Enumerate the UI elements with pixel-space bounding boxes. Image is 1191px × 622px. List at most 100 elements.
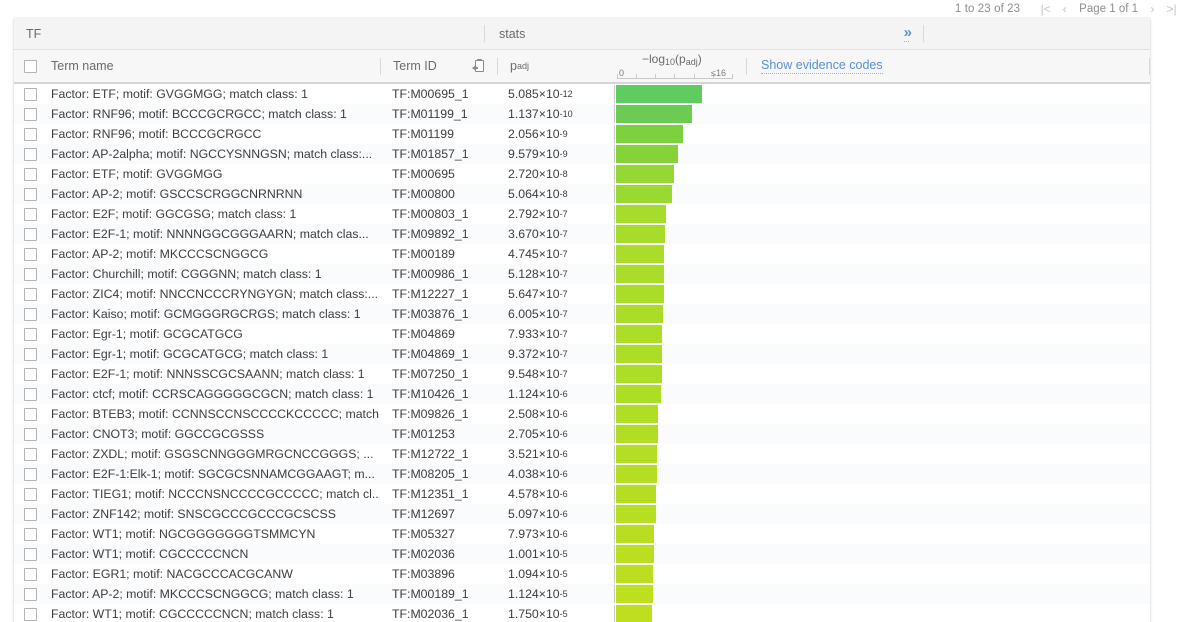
table-row[interactable]: Factor: WT1; motif: NGCGGGGGGGTSMMCYN TF:… <box>14 524 1150 544</box>
select-all-checkbox[interactable] <box>23 59 37 73</box>
row-term-id[interactable]: TF:M02036 <box>380 544 496 564</box>
table-row[interactable]: Factor: ctcf; motif: CCRSCAGGGGGCGCN; ma… <box>14 384 1150 404</box>
row-term-name[interactable]: Factor: RNF96; motif: BCCCGCRGCC <box>46 124 380 144</box>
table-row[interactable]: Factor: AP-2; motif: GSCCSCRGGCNRNRNN TF:… <box>14 184 1150 204</box>
row-term-id[interactable]: TF:M01199 <box>380 124 496 144</box>
pagination-next-button[interactable]: › <box>1143 1 1162 17</box>
row-term-name[interactable]: Factor: E2F-1; motif: NNNNGGCGGGAARN; ma… <box>46 224 380 244</box>
table-row[interactable]: Factor: RNF96; motif: BCCCGCRGCC TF:M0119… <box>14 124 1150 144</box>
row-term-id[interactable]: TF:M01253 <box>380 424 496 444</box>
row-select-checkbox[interactable] <box>23 607 37 621</box>
row-select-checkbox[interactable] <box>23 287 37 301</box>
row-term-id[interactable]: TF:M00189 <box>380 244 496 264</box>
row-term-name[interactable]: Factor: ZNF142; motif: SNSCGCCCGCCCGCSCS… <box>46 504 380 524</box>
row-select-checkbox[interactable] <box>23 167 37 181</box>
row-select-checkbox[interactable] <box>23 227 37 241</box>
row-select-checkbox[interactable] <box>23 567 37 581</box>
row-term-id[interactable]: TF:M04869 <box>380 324 496 344</box>
row-term-name[interactable]: Factor: AP-2; motif: MKCCCSCNGGCG; match… <box>46 584 380 604</box>
table-row[interactable]: Factor: AP-2; motif: MKCCCSCNGGCG; match… <box>14 584 1150 604</box>
show-evidence-codes-link[interactable]: Show evidence codes <box>761 58 883 74</box>
table-row[interactable]: Factor: E2F-1; motif: NNNNGGCGGGAARN; ma… <box>14 224 1150 244</box>
row-term-id[interactable]: TF:M08205_1 <box>380 464 496 484</box>
row-term-name[interactable]: Factor: WT1; motif: CGCCCCCNCN <box>46 544 380 564</box>
row-select-checkbox[interactable] <box>23 407 37 421</box>
row-term-id[interactable]: TF:M00803_1 <box>380 204 496 224</box>
row-term-name[interactable]: Factor: WT1; motif: NGCGGGGGGGTSMMCYN <box>46 524 380 544</box>
table-row[interactable]: Factor: ETF; motif: GVGGMGG TF:M00695 2.72… <box>14 164 1150 184</box>
row-term-name[interactable]: Factor: Egr-1; motif: GCGCATGCG; match c… <box>46 344 380 364</box>
row-term-name[interactable]: Factor: AP-2; motif: MKCCCSCNGGCG <box>46 244 380 264</box>
row-term-name[interactable]: Factor: EGR1; motif: NACGCCCACGCANW <box>46 564 380 584</box>
row-term-id[interactable]: TF:M03896 <box>380 564 496 584</box>
row-select-checkbox[interactable] <box>23 127 37 141</box>
table-row[interactable]: Factor: CNOT3; motif: GGCCGCGSSS TF:M0125… <box>14 424 1150 444</box>
column-header-term-name[interactable]: Term name <box>46 50 380 82</box>
row-term-id[interactable]: TF:M00189_1 <box>380 584 496 604</box>
row-select-checkbox[interactable] <box>23 327 37 341</box>
row-term-name[interactable]: Factor: TIEG1; motif: NCCCNSNCCCCGCCCCC;… <box>46 484 380 504</box>
row-term-id[interactable]: TF:M09826_1 <box>380 404 496 424</box>
row-term-name[interactable]: Factor: E2F; motif: GGCGSG; match class:… <box>46 204 380 224</box>
pagination-first-button[interactable]: |< <box>1036 1 1055 17</box>
row-select-checkbox[interactable] <box>23 427 37 441</box>
row-term-name[interactable]: Factor: ZIC4; motif: NNCCNCCCRYNGYGN; ma… <box>46 284 380 304</box>
row-select-checkbox[interactable] <box>23 547 37 561</box>
table-row[interactable]: Factor: E2F-1; motif: NNNSSCGCSAANN; mat… <box>14 364 1150 384</box>
row-select-checkbox[interactable] <box>23 447 37 461</box>
table-row[interactable]: Factor: Egr-1; motif: GCGCATGCG; match c… <box>14 344 1150 364</box>
table-row[interactable]: Factor: ZXDL; motif: GSGSCNNGGGMRGCNCCGG… <box>14 444 1150 464</box>
row-term-name[interactable]: Factor: AP-2; motif: GSCCSCRGGCNRNRNN <box>46 184 380 204</box>
table-row[interactable]: Factor: Kaiso; motif: GCMGGGRGCRGS; matc… <box>14 304 1150 324</box>
row-select-checkbox[interactable] <box>23 487 37 501</box>
table-row[interactable]: Factor: RNF96; motif: BCCCGCRGCC; match … <box>14 104 1150 124</box>
column-header-padj[interactable]: p adj <box>498 50 616 82</box>
row-term-id[interactable]: TF:M12351_1 <box>380 484 496 504</box>
row-term-id[interactable]: TF:M00800 <box>380 184 496 204</box>
row-select-checkbox[interactable] <box>23 107 37 121</box>
row-term-name[interactable]: Factor: E2F-1:Elk-1; motif: SGCGCSNNAMCG… <box>46 464 380 484</box>
table-row[interactable]: Factor: BTEB3; motif: CCNNSCCNSCCCCKCCCC… <box>14 404 1150 424</box>
row-term-name[interactable]: Factor: CNOT3; motif: GGCCGCGSSS <box>46 424 380 444</box>
column-header-term-id[interactable]: Term ID <box>381 50 459 82</box>
row-term-id[interactable]: TF:M10426_1 <box>380 384 496 404</box>
row-term-id[interactable]: TF:M12697 <box>380 504 496 524</box>
row-select-checkbox[interactable] <box>23 387 37 401</box>
row-term-id[interactable]: TF:M04869_1 <box>380 344 496 364</box>
row-term-id[interactable]: TF:M12227_1 <box>380 284 496 304</box>
row-select-checkbox[interactable] <box>23 267 37 281</box>
table-row[interactable]: Factor: ZIC4; motif: NNCCNCCCRYNGYGN; ma… <box>14 284 1150 304</box>
row-select-checkbox[interactable] <box>23 307 37 321</box>
row-term-name[interactable]: Factor: ETF; motif: GVGGMGG; match class… <box>46 84 380 104</box>
row-select-checkbox[interactable] <box>23 367 37 381</box>
row-term-name[interactable]: Factor: RNF96; motif: BCCCGCRGCC; match … <box>46 104 380 124</box>
row-term-name[interactable]: Factor: ETF; motif: GVGGMGG <box>46 164 380 184</box>
clipboard-copy-icon[interactable] <box>471 59 485 73</box>
row-term-id[interactable]: TF:M02036_1 <box>380 604 496 622</box>
row-term-id[interactable]: TF:M12722_1 <box>380 444 496 464</box>
row-term-name[interactable]: Factor: WT1; motif: CGCCCCCNCN; match cl… <box>46 604 380 622</box>
row-term-id[interactable]: TF:M09892_1 <box>380 224 496 244</box>
table-row[interactable]: Factor: ETF; motif: GVGGMGG; match class… <box>14 84 1150 104</box>
row-select-checkbox[interactable] <box>23 587 37 601</box>
row-term-id[interactable]: TF:M00695 <box>380 164 496 184</box>
table-row[interactable]: Factor: TIEG1; motif: NCCCNSNCCCCGCCCCC;… <box>14 484 1150 504</box>
row-term-id[interactable]: TF:M07250_1 <box>380 364 496 384</box>
table-row[interactable]: Factor: E2F; motif: GGCGSG; match class:… <box>14 204 1150 224</box>
table-row[interactable]: Factor: Egr-1; motif: GCGCATGCG TF:M04869… <box>14 324 1150 344</box>
table-row[interactable]: Factor: EGR1; motif: NACGCCCACGCANW TF:M0… <box>14 564 1150 584</box>
row-term-name[interactable]: Factor: BTEB3; motif: CCNNSCCNSCCCCKCCCC… <box>46 404 380 424</box>
table-row[interactable]: Factor: AP-2; motif: MKCCCSCNGGCG TF:M001… <box>14 244 1150 264</box>
row-term-name[interactable]: Factor: ctcf; motif: CCRSCAGGGGGCGCN; ma… <box>46 384 380 404</box>
table-row[interactable]: Factor: WT1; motif: CGCCCCCNCN; match cl… <box>14 604 1150 622</box>
chevron-double-right-icon[interactable]: » <box>903 25 912 42</box>
row-select-checkbox[interactable] <box>23 467 37 481</box>
table-row[interactable]: Factor: AP-2alpha; motif: NGCCYSNNGSN; m… <box>14 144 1150 164</box>
row-select-checkbox[interactable] <box>23 207 37 221</box>
row-select-checkbox[interactable] <box>23 247 37 261</box>
table-row[interactable]: Factor: ZNF142; motif: SNSCGCCCGCCCGCSCS… <box>14 504 1150 524</box>
row-term-id[interactable]: TF:M01199_1 <box>380 104 496 124</box>
row-term-id[interactable]: TF:M00695_1 <box>380 84 496 104</box>
pagination-last-button[interactable]: >| <box>1162 1 1181 17</box>
pagination-prev-button[interactable]: ‹ <box>1055 1 1074 17</box>
